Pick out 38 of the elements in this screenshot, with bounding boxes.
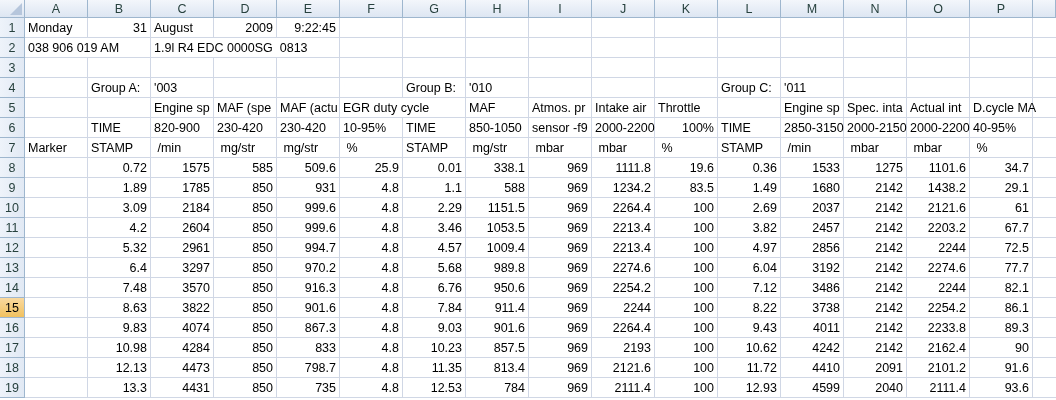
- column-header[interactable]: M: [781, 0, 844, 18]
- row-header[interactable]: 12: [0, 238, 25, 258]
- row-header[interactable]: 17: [0, 338, 25, 358]
- select-all-button[interactable]: [0, 0, 25, 18]
- row-header[interactable]: 13: [0, 258, 25, 278]
- column-header[interactable]: K: [655, 0, 718, 18]
- column-header[interactable]: A: [25, 0, 88, 18]
- column-header[interactable]: J: [592, 0, 655, 18]
- column-header[interactable]: E: [277, 0, 340, 18]
- column-header[interactable]: H: [466, 0, 529, 18]
- row-header[interactable]: 5: [0, 98, 25, 118]
- column-header[interactable]: D: [214, 0, 277, 18]
- row-header[interactable]: 7: [0, 138, 25, 158]
- column-header[interactable]: [1033, 0, 1056, 18]
- row-header[interactable]: 8: [0, 158, 25, 178]
- column-header[interactable]: B: [88, 0, 151, 18]
- row-header[interactable]: 19: [0, 378, 25, 398]
- column-header[interactable]: N: [844, 0, 907, 18]
- row-header[interactable]: 18: [0, 358, 25, 378]
- row-header[interactable]: 16: [0, 318, 25, 338]
- row-header[interactable]: 4: [0, 78, 25, 98]
- row-header[interactable]: 3: [0, 58, 25, 78]
- row-header[interactable]: 10: [0, 198, 25, 218]
- column-header[interactable]: G: [403, 0, 466, 18]
- row-header[interactable]: 2: [0, 38, 25, 58]
- column-header[interactable]: I: [529, 0, 592, 18]
- triangle-icon: [10, 3, 22, 15]
- row-header[interactable]: 15: [0, 298, 25, 318]
- column-header[interactable]: L: [718, 0, 781, 18]
- row-header[interactable]: 14: [0, 278, 25, 298]
- column-header[interactable]: P: [970, 0, 1033, 18]
- column-header[interactable]: F: [340, 0, 403, 18]
- row-header[interactable]: 1: [0, 18, 25, 38]
- row-header[interactable]: 6: [0, 118, 25, 138]
- row-header[interactable]: 9: [0, 178, 25, 198]
- column-header[interactable]: C: [151, 0, 214, 18]
- column-header[interactable]: O: [907, 0, 970, 18]
- row-header[interactable]: 11: [0, 218, 25, 238]
